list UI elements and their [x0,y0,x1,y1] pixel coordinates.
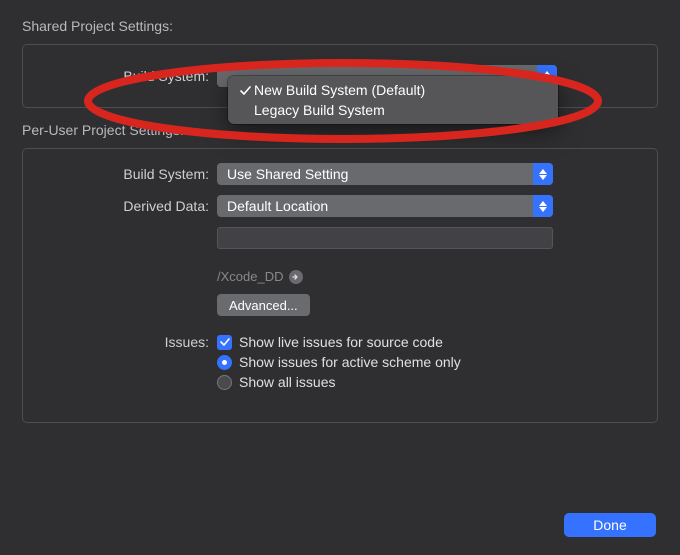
build-system-popup-peruser[interactable]: Use Shared Setting [217,163,553,185]
checkmark-icon [236,85,254,96]
popup-stepper-icon [533,195,553,217]
derived-data-popup-value: Default Location [227,198,328,214]
issues-label: Issues: [39,334,217,350]
project-settings-window: Shared Project Settings: Build System: N… [0,0,680,555]
radio-selected-icon [217,355,232,370]
radio-unselected-icon [217,375,232,390]
derived-data-resolved-path: /Xcode_DD [217,269,283,284]
build-system-popup-peruser-value: Use Shared Setting [227,166,348,182]
show-issues-active-scheme-radio[interactable]: Show issues for active scheme only [217,354,641,370]
show-live-issues-checkbox[interactable]: Show live issues for source code [217,334,641,350]
menu-item-new-build-system[interactable]: New Build System (Default) [228,80,558,100]
derived-data-label: Derived Data: [39,198,217,214]
advanced-button[interactable]: Advanced... [217,294,310,316]
popup-stepper-icon [533,163,553,185]
peruser-settings-label: Per-User Project Settings: [22,122,658,138]
build-system-label-peruser: Build System: [39,166,217,182]
checkbox-checked-icon [217,335,232,350]
menu-item-legacy-build-system[interactable]: Legacy Build System [228,100,558,120]
derived-data-popup[interactable]: Default Location [217,195,553,217]
reveal-in-finder-icon[interactable] [289,270,303,284]
build-system-label-shared: Build System: [39,68,217,84]
show-all-issues-radio[interactable]: Show all issues [217,374,641,390]
derived-data-path-field[interactable] [217,227,553,249]
peruser-settings-group: Build System: Use Shared Setting Derived… [22,148,658,423]
build-system-dropdown-menu: New Build System (Default) Legacy Build … [228,76,558,124]
shared-settings-label: Shared Project Settings: [22,18,658,34]
done-button[interactable]: Done [564,513,656,537]
